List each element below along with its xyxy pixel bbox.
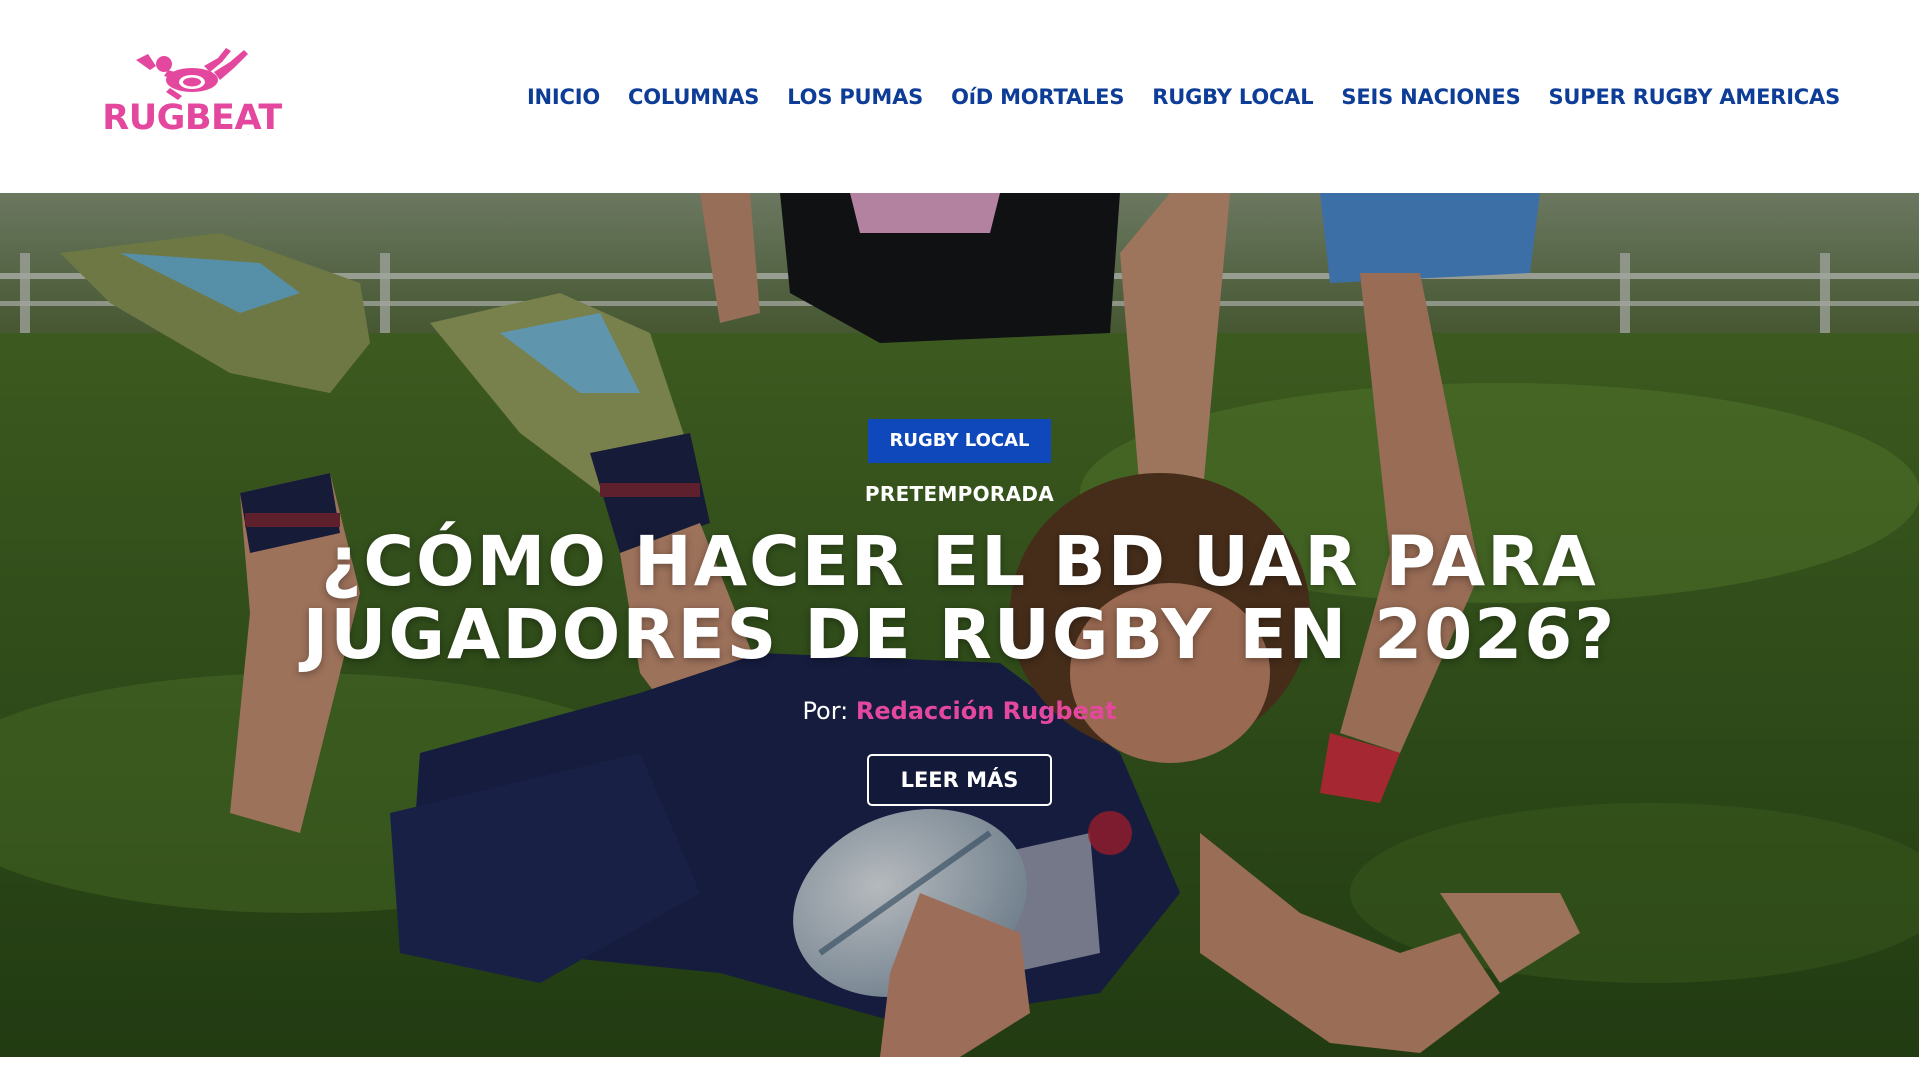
site-logo[interactable]: RUGBEAT xyxy=(92,44,292,144)
page-below-hero xyxy=(0,1057,1919,1080)
hero-content: RUGBY LOCAL PRETEMPORADA ¿CÓMO HACER EL … xyxy=(0,419,1919,806)
site-header: RUGBEAT INICIO COLUMNAS LOS PUMAS OíD MO… xyxy=(0,0,1919,193)
article-byline: Por: Redacción Rugbeat xyxy=(0,696,1919,726)
article-headline[interactable]: ¿CÓMO HACER EL BD UAR PARA JUGADORES DE … xyxy=(210,526,1710,672)
diving-rugby-player-icon xyxy=(136,48,248,100)
nav-item-inicio[interactable]: INICIO xyxy=(527,85,600,109)
read-more-button[interactable]: LEER MÁS xyxy=(866,754,1053,806)
category-badge[interactable]: RUGBY LOCAL xyxy=(868,419,1051,463)
nav-item-los-pumas[interactable]: LOS PUMAS xyxy=(787,85,923,109)
nav-item-rugby-local[interactable]: RUGBY LOCAL xyxy=(1152,85,1313,109)
logo-wordmark: RUGBEAT xyxy=(102,98,282,138)
author-link[interactable]: Redacción Rugbeat xyxy=(856,697,1117,725)
nav-item-columnas[interactable]: COLUMNAS xyxy=(628,85,759,109)
byline-prefix: Por: xyxy=(802,697,849,725)
nav-item-seis-naciones[interactable]: SEIS NACIONES xyxy=(1341,85,1520,109)
hero-featured-article: RUGBY LOCAL PRETEMPORADA ¿CÓMO HACER EL … xyxy=(0,193,1919,1057)
nav-item-oid-mortales[interactable]: OíD MORTALES xyxy=(951,85,1124,109)
nav-item-super-rugby-americas[interactable]: SUPER RUGBY AMERICAS xyxy=(1549,85,1841,109)
article-kicker: PRETEMPORADA xyxy=(864,482,1055,506)
main-navigation: INICIO COLUMNAS LOS PUMAS OíD MORTALES R… xyxy=(527,80,1840,114)
